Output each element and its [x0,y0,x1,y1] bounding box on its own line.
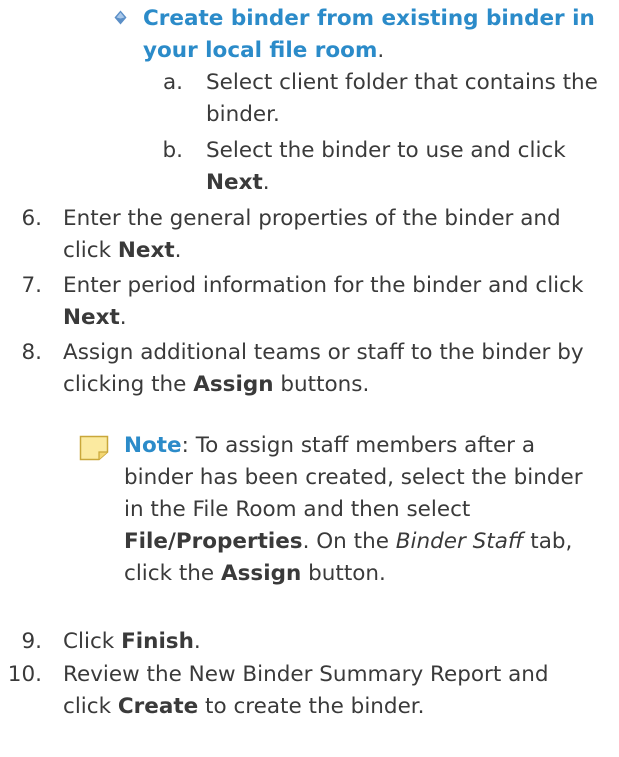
step-bold: Finish [121,629,194,654]
note-bold-2: Assign [221,561,302,586]
step-text-after: . [193,629,201,654]
step-number: 10. [7,662,42,687]
step-text-before: Enter period information for the binder … [63,273,584,298]
note-italic-1: Binder Staff [395,529,524,554]
diamond-bullet-icon [114,10,127,25]
note-text-2: . On the [302,529,396,554]
step-number: 8. [21,340,42,365]
bullet-title: Create binder from existing binder in yo… [143,3,613,67]
step-text-after: . [174,238,182,263]
step-text: Review the New Binder Summary Report and… [63,659,603,723]
note-text-1: : To assign staff members after a binder… [124,433,583,522]
document-page: Create binder from existing binder in yo… [0,0,619,757]
note-label: Note [124,433,182,458]
note-text: Note: To assign staff members after a bi… [124,430,604,590]
step-text: Assign additional teams or staff to the … [63,337,603,401]
step-bold: Next [63,305,120,330]
sub-item-text: Select the binder to use and click Next. [206,135,616,199]
step-number: 6. [21,206,42,231]
step-number: 9. [21,629,42,654]
sub-item-text-before: Select the binder to use and click [206,138,566,163]
step-bold: Create [117,694,199,719]
sticky-note-icon [79,435,109,461]
sub-item-marker: b. [162,138,183,163]
step-bold: Assign [193,372,274,397]
sub-item-bold: Next [206,170,263,195]
step-bold: Next [117,238,175,263]
step-text-before: Click [63,629,122,654]
bullet-title-text: Create binder from existing binder in yo… [143,6,595,63]
step-text: Click Finish. [63,626,603,658]
step-text-after: to create the binder. [198,694,425,719]
bullet-option: Create binder from existing binder in yo… [114,3,613,67]
step-text-after: buttons. [273,372,370,397]
step-number: 7. [21,273,42,298]
bullet-title-suffix: . [377,38,385,63]
step-text: Enter period information for the binder … [63,270,603,334]
sub-item-marker: a. [162,70,183,95]
step-text-after: . [119,305,127,330]
step-text: Enter the general properties of the bind… [63,203,603,267]
sub-item-text: Select client folder that contains the b… [206,70,598,127]
note-text-4: button. [301,561,386,586]
note-bold-1: File/Properties [124,529,303,554]
sub-item-text-after: . [262,170,270,195]
